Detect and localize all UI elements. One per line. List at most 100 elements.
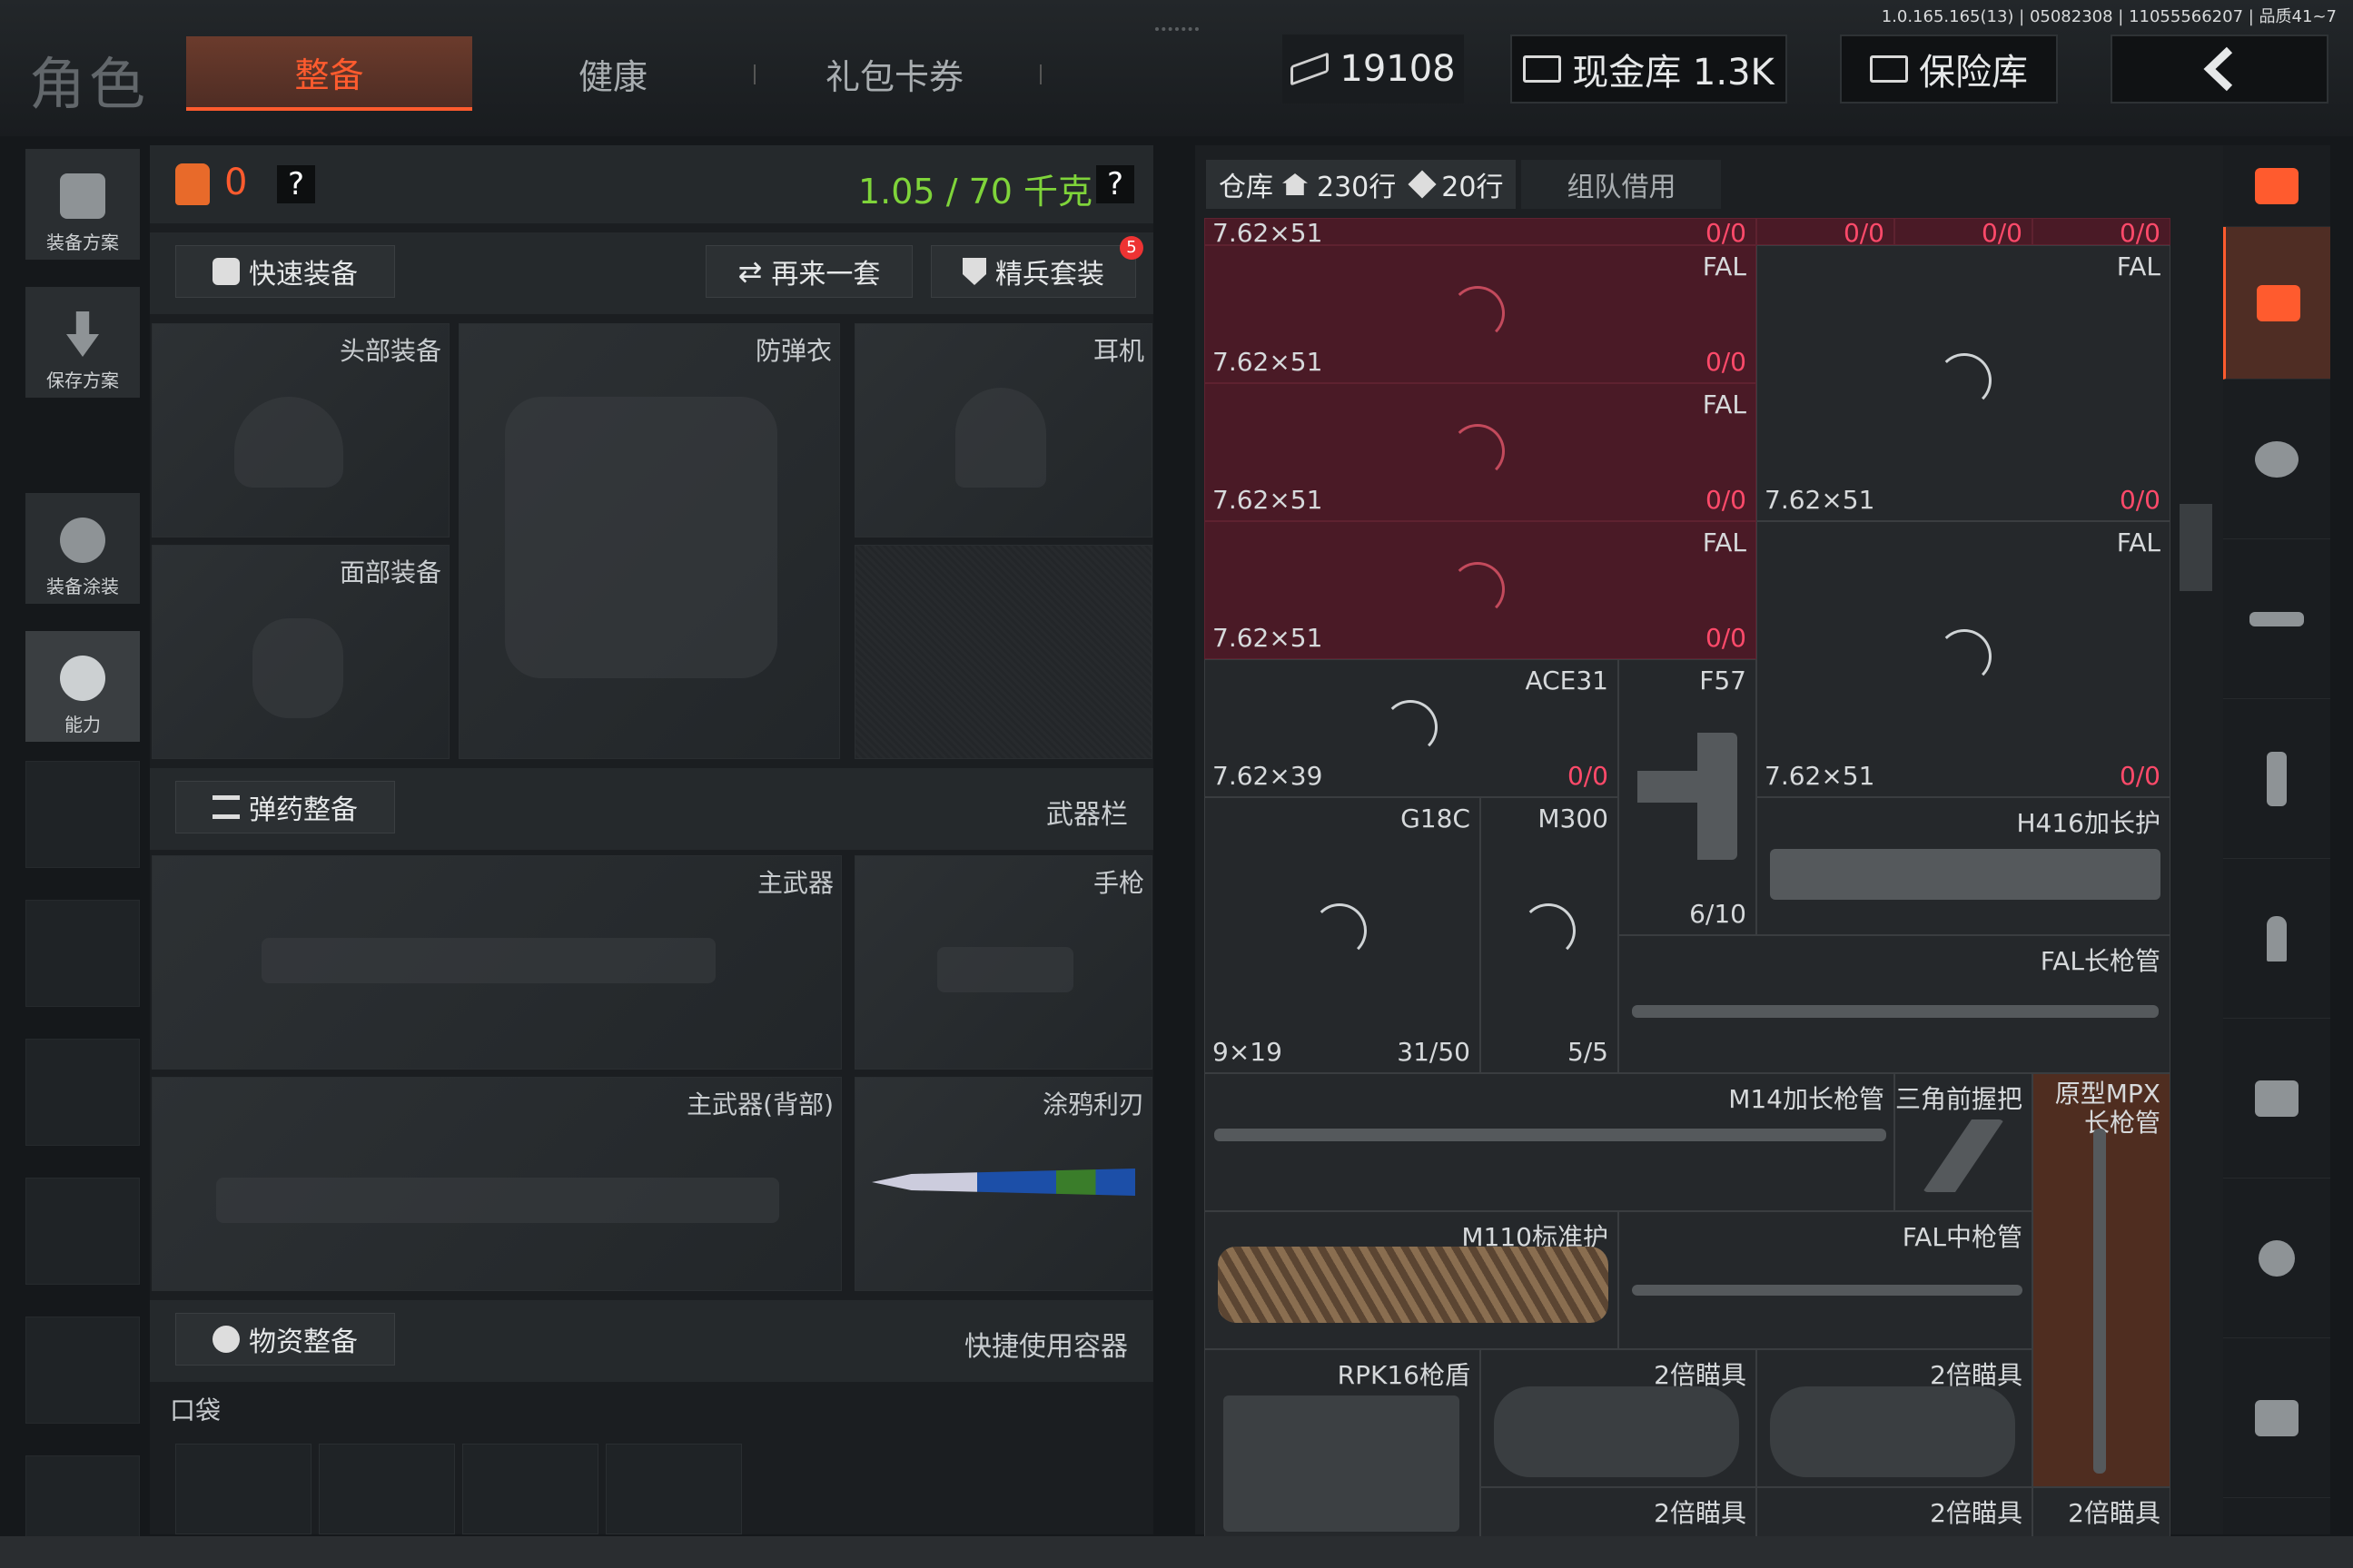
item-cell[interactable]: 2倍瞄具 — [1756, 1349, 2032, 1487]
pocket-slot[interactable] — [175, 1444, 311, 1534]
item-cell[interactable]: RPK16枪盾 — [1204, 1349, 1480, 1536]
pistol-slot[interactable]: 手枪 — [855, 855, 1152, 1070]
help-icon[interactable]: ? — [277, 165, 315, 203]
partial-cell[interactable]: 0/0 — [1894, 218, 2032, 248]
head-slot[interactable]: 头部装备 — [152, 323, 450, 537]
primary-weapon-slot[interactable]: 主武器 — [152, 855, 842, 1070]
partial-cell[interactable]: 0/0 — [2032, 218, 2170, 248]
item-cell[interactable]: FAL 7.62×51 0/0 — [1756, 521, 2170, 797]
caliber-label: 9×19 — [1212, 1037, 1282, 1067]
item-cell[interactable]: ACE31 7.62×39 0/0 — [1204, 659, 1618, 797]
empty-equip-slot — [855, 545, 1152, 759]
category-ammo[interactable] — [2223, 859, 2330, 1019]
back-button[interactable] — [2111, 35, 2328, 104]
item-cell[interactable]: FAL 7.62×51 0/0 — [1204, 245, 1756, 383]
earphone-slot[interactable]: 耳机 — [855, 323, 1152, 537]
item-cell[interactable]: 原型MPX长枪管 — [2032, 1073, 2170, 1487]
tab-divider — [754, 64, 756, 84]
pocket-slot[interactable] — [606, 1444, 742, 1534]
item-cell[interactable]: 2倍瞄具 — [1756, 1487, 2032, 1536]
category-armor[interactable] — [2223, 1019, 2330, 1178]
item-cell[interactable]: F57 6/10 — [1618, 659, 1756, 935]
knife-slot[interactable]: 涂鸦利刃 — [855, 1077, 1152, 1291]
item-cell[interactable]: 2倍瞄具 — [2032, 1487, 2170, 1536]
ammo-count: 6/10 — [1689, 899, 1746, 929]
category-grenade[interactable] — [2223, 1178, 2330, 1338]
rifle-icon — [2249, 611, 2304, 626]
elite-set-button[interactable]: 精兵套装 — [931, 245, 1136, 298]
item-name: G18C — [1400, 804, 1470, 833]
loadout-header: 0 ? 1.05 / 70 千克 ? — [150, 145, 1153, 223]
quick-equip-label: 快速装备 — [249, 259, 358, 291]
empty-slot — [25, 1178, 140, 1285]
tab-health[interactable]: 健康 — [509, 36, 717, 111]
back-arrow-icon — [2203, 46, 2233, 92]
category-storage[interactable] — [2223, 227, 2330, 380]
item-cell[interactable]: FAL中枪管 — [1618, 1211, 2032, 1349]
empty-slot — [25, 761, 140, 868]
magazine-icon — [2267, 751, 2287, 806]
slot-label: 主武器 — [756, 868, 834, 898]
item-name: FAL — [2116, 251, 2160, 281]
armor-slot[interactable]: 防弹衣 — [459, 323, 840, 759]
item-cell[interactable]: M300 5/5 — [1480, 797, 1618, 1073]
item-cell[interactable]: FAL 7.62×51 0/0 — [1204, 383, 1756, 521]
loadout-plan-button[interactable]: 装备方案 — [25, 149, 140, 260]
category-all[interactable] — [2223, 145, 2330, 227]
ability-button[interactable]: 能力 — [25, 631, 140, 742]
team-borrow-tab[interactable]: 组队借用 — [1521, 160, 1722, 209]
back-weapon-slot[interactable]: 主武器(背部) — [152, 1077, 842, 1291]
rifle-silhouette — [262, 938, 716, 983]
item-cell[interactable]: M110标准护 — [1204, 1211, 1618, 1349]
ticket-icon — [1408, 170, 1437, 199]
face-slot[interactable]: 面部装备 — [152, 545, 450, 759]
ammo-prepare-button[interactable]: 弹药整备 — [175, 781, 395, 833]
save-plan-button[interactable]: 保存方案 — [25, 287, 140, 398]
item-name: 三角前握把 — [1895, 1084, 2023, 1114]
vest-silhouette — [505, 397, 777, 678]
warehouse-tab[interactable]: 仓库 230行 20行 — [1206, 160, 1517, 209]
warehouse-scrollbar[interactable] — [2180, 504, 2212, 591]
item-cell[interactable]: FAL 7.62×51 0/0 — [1204, 521, 1756, 659]
download-icon — [66, 311, 99, 357]
pocket-slot[interactable] — [319, 1444, 455, 1534]
item-name: FAL中枪管 — [1902, 1222, 2022, 1252]
tab-divider — [1040, 64, 1042, 84]
handguard-image — [1770, 849, 2160, 900]
item-cell[interactable]: H416加长护 — [1756, 797, 2170, 935]
item-cell[interactable]: 2倍瞄具 — [1480, 1349, 1756, 1487]
quick-equip-button[interactable]: 快速装备 — [175, 245, 395, 298]
item-cell[interactable]: 2倍瞄具 — [1480, 1487, 1756, 1536]
box-icon — [2256, 284, 2300, 321]
loading-icon — [1521, 903, 1576, 958]
weight-display: 1.05 / 70 千克 — [858, 172, 1093, 212]
item-cell[interactable]: FAL长枪管 — [1618, 935, 2170, 1073]
cash-vault-button[interactable]: 现金库 1.3K — [1510, 35, 1787, 104]
partial-cell[interactable]: 0/0 — [1756, 218, 1894, 248]
repeat-set-button[interactable]: ⇄ 再来一套 — [706, 245, 913, 298]
partial-cell[interactable]: 7.62×51 0/0 — [1204, 218, 1756, 248]
home-icon — [1282, 173, 1308, 195]
item-name: 2倍瞄具 — [2068, 1498, 2160, 1528]
item-cell[interactable]: G18C 9×19 31/50 — [1204, 797, 1480, 1073]
category-helmet[interactable] — [2223, 380, 2330, 539]
item-cell[interactable]: 三角前握把 — [1894, 1073, 2032, 1211]
mask-silhouette — [252, 618, 343, 718]
barrel-image — [1632, 1005, 2159, 1018]
weight-help-icon[interactable]: ? — [1096, 165, 1134, 203]
tab-coupons[interactable]: 礼包卡券 — [786, 36, 1003, 111]
category-medical[interactable] — [2223, 1338, 2330, 1498]
item-cell[interactable]: FAL 7.62×51 0/0 — [1756, 245, 2170, 521]
safe-button[interactable]: 保险库 — [1840, 35, 2058, 104]
ammo-count: 0/0 — [2119, 485, 2160, 515]
supply-prepare-button[interactable]: 物资整备 — [175, 1313, 395, 1366]
pocket-slot[interactable] — [462, 1444, 598, 1534]
shirt-icon — [213, 258, 240, 285]
tab-prepare[interactable]: 整备 — [186, 36, 472, 111]
cash-icon — [1290, 52, 1330, 86]
item-name: F57 — [1699, 666, 1746, 695]
category-rifle[interactable] — [2223, 539, 2330, 699]
category-magazine[interactable] — [2223, 699, 2330, 859]
paint-button[interactable]: 装备涂装 — [25, 493, 140, 604]
item-cell[interactable]: M14加长枪管 — [1204, 1073, 1894, 1211]
